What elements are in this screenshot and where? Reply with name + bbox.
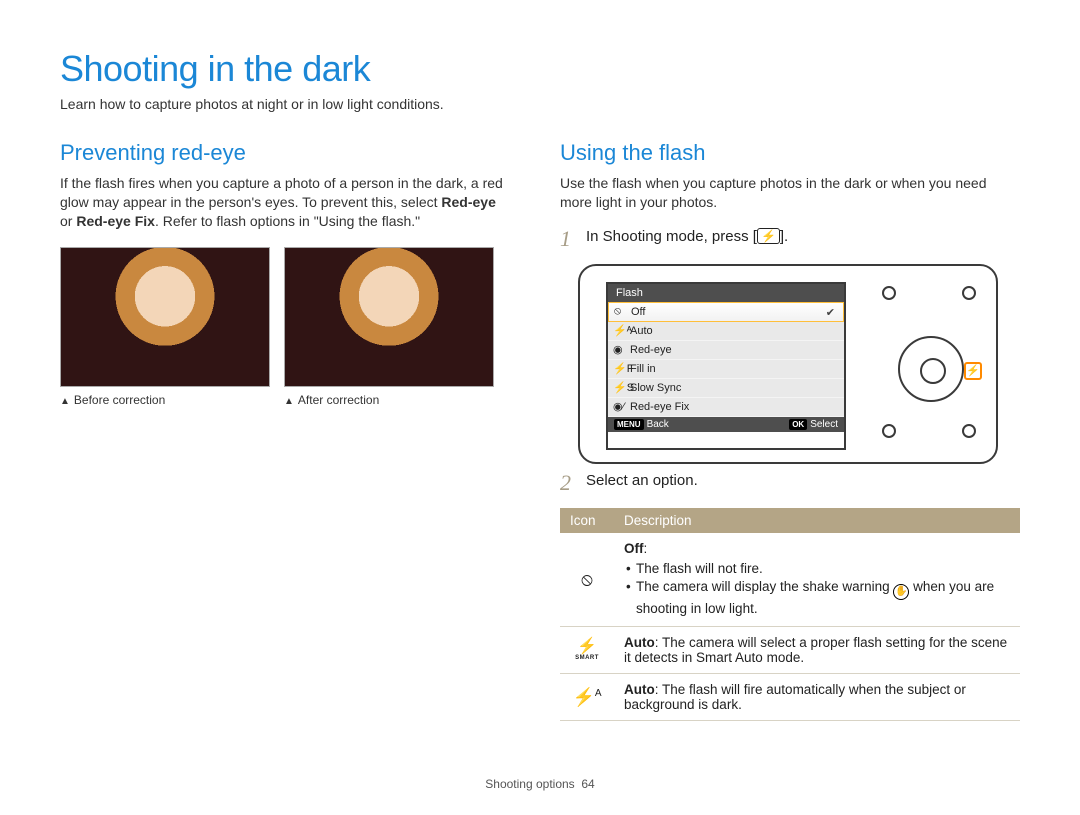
camera-button-top-right xyxy=(962,286,976,300)
para-using-flash: Use the flash when you capture photos in… xyxy=(560,174,1020,212)
menu-item-off: ⦸Off✔ xyxy=(608,302,844,322)
menu-footer: MENUBack OKSelect xyxy=(608,417,844,432)
flash-menu: ⦸Off✔ ⚡ᴬAuto ◉Red-eye ⚡FFill in ⚡SSlow S… xyxy=(608,302,844,417)
para-red-eye: If the flash fires when you capture a ph… xyxy=(60,174,512,231)
off-title: Off xyxy=(624,541,644,556)
menu-title-flash: Flash xyxy=(608,284,844,302)
th-description: Description xyxy=(614,508,1020,533)
step-2: 2 Select an option. xyxy=(560,472,1020,494)
step-2-number: 2 xyxy=(560,472,576,494)
footer-page-number: 64 xyxy=(581,777,594,791)
footer-section: Shooting options xyxy=(485,777,574,791)
column-preventing-red-eye: Preventing red-eye If the flash fires wh… xyxy=(60,140,512,721)
th-icon: Icon xyxy=(560,508,614,533)
camera-diagram: Flash ⦸Off✔ ⚡ᴬAuto ◉Red-eye ⚡FFill in ⚡S… xyxy=(578,264,998,464)
page-footer: Shooting options 64 xyxy=(0,777,1080,791)
term-red-eye: Red-eye xyxy=(441,194,495,210)
step-1-number: 1 xyxy=(560,228,576,250)
column-using-flash: Using the flash Use the flash when you c… xyxy=(560,140,1020,721)
menu-item-red-eye: ◉Red-eye xyxy=(608,341,844,360)
camera-button-bottom-left xyxy=(882,424,896,438)
flash-button-icon: ⚡ xyxy=(757,228,780,244)
step-1: 1 In Shooting mode, press [⚡]. xyxy=(560,228,1020,250)
shake-warning-icon: ✋ xyxy=(893,584,909,600)
heading-preventing-red-eye: Preventing red-eye xyxy=(60,140,512,166)
auto-title: Auto xyxy=(624,682,655,697)
caption-before: Before correction xyxy=(60,393,270,407)
camera-button-bottom-right xyxy=(962,424,976,438)
smart-auto-title: Auto xyxy=(624,635,655,650)
page-title: Shooting in the dark xyxy=(60,48,1020,90)
photo-before xyxy=(60,247,270,387)
camera-screen: Flash ⦸Off✔ ⚡ᴬAuto ◉Red-eye ⚡FFill in ⚡S… xyxy=(606,282,846,450)
term-red-eye-fix: Red-eye Fix xyxy=(76,213,155,229)
step-1-text-a: In Shooting mode, press [ xyxy=(586,228,757,245)
menu-item-fill-in: ⚡FFill in xyxy=(608,360,844,379)
heading-using-flash: Using the flash xyxy=(560,140,1020,166)
off-bullet-1: The flash will not fire. xyxy=(626,560,1010,578)
flash-button-highlight: ⚡ xyxy=(964,362,982,380)
flash-options-table: Icon Description ⦸ Off: The flash will n… xyxy=(560,508,1020,721)
caption-after: After correction xyxy=(284,393,494,407)
smart-auto-text: : The camera will select a proper flash … xyxy=(624,635,1007,665)
menu-item-auto: ⚡ᴬAuto xyxy=(608,322,844,341)
smart-auto-icon: ⚡SMART xyxy=(560,627,614,674)
table-row-auto: ⚡A Auto: The flash will fire automatical… xyxy=(560,674,1020,721)
step-1-text-b: ]. xyxy=(780,228,788,245)
table-row-smart-auto: ⚡SMART Auto: The camera will select a pr… xyxy=(560,627,1020,674)
para-red-eye-c: . Refer to flash options in "Using the f… xyxy=(155,213,420,229)
auto-icon: ⚡A xyxy=(560,674,614,721)
page-subtitle: Learn how to capture photos at night or … xyxy=(60,96,1020,112)
photo-after xyxy=(284,247,494,387)
camera-dpad xyxy=(898,336,964,402)
table-row-off: ⦸ Off: The flash will not fire. The came… xyxy=(560,533,1020,627)
step-2-text: Select an option. xyxy=(586,472,698,489)
off-icon: ⦸ xyxy=(560,533,614,627)
auto-text: : The flash will fire automatically when… xyxy=(624,682,966,712)
menu-item-red-eye-fix: ◉⁄Red-eye Fix xyxy=(608,398,844,417)
para-red-eye-a: If the flash fires when you capture a ph… xyxy=(60,175,503,210)
camera-button-top-left xyxy=(882,286,896,300)
menu-item-slow-sync: ⚡SSlow Sync xyxy=(608,379,844,398)
para-red-eye-b: or xyxy=(60,213,76,229)
off-bullet-2: The camera will display the shake warnin… xyxy=(626,578,1010,618)
